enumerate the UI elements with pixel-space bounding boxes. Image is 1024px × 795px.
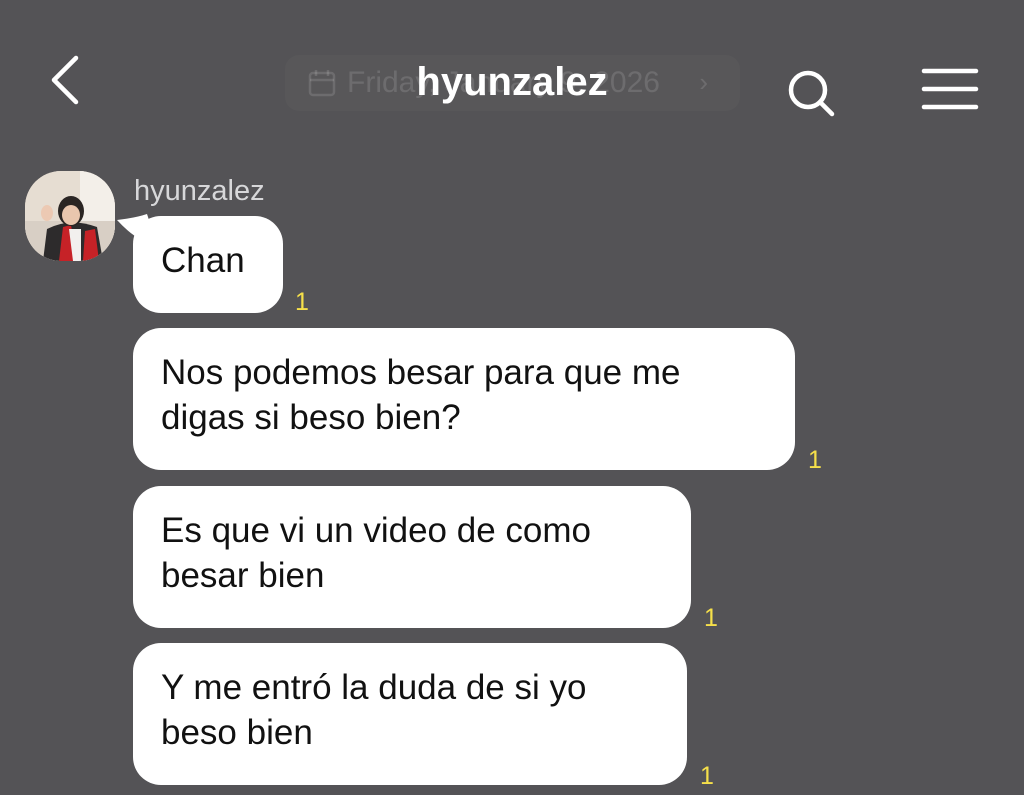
chevron-right-icon: › bbox=[699, 67, 708, 97]
unread-count: 1 bbox=[808, 446, 822, 474]
message-bubble[interactable]: Chan bbox=[133, 216, 283, 313]
calendar-icon bbox=[308, 70, 336, 97]
message-bubble[interactable]: Y me entró la duda de si yo beso bien bbox=[133, 643, 687, 785]
message-bubble[interactable]: Es que vi un video de como besar bien bbox=[133, 486, 691, 628]
unread-count: 1 bbox=[704, 604, 718, 632]
message-bubble[interactable]: Nos podemos besar para que me digas si b… bbox=[133, 328, 795, 470]
chat-header: Friday, January 9, 2026 › hyunzalez bbox=[0, 0, 1024, 150]
unread-count: 1 bbox=[295, 288, 309, 316]
date-banner[interactable]: Friday, January 9, 2026 › bbox=[285, 55, 740, 111]
search-icon bbox=[788, 70, 835, 117]
chevron-left-icon bbox=[51, 55, 79, 105]
back-button[interactable] bbox=[40, 50, 100, 110]
search-button[interactable] bbox=[782, 62, 842, 122]
profile-photo bbox=[25, 171, 115, 261]
sender-name: hyunzalez bbox=[134, 175, 265, 207]
menu-button[interactable] bbox=[918, 62, 982, 118]
hamburger-menu-icon bbox=[921, 68, 979, 110]
date-banner-text: Friday, January 9, 2026 bbox=[347, 66, 660, 99]
avatar[interactable] bbox=[25, 171, 115, 261]
unread-count: 1 bbox=[700, 762, 714, 790]
